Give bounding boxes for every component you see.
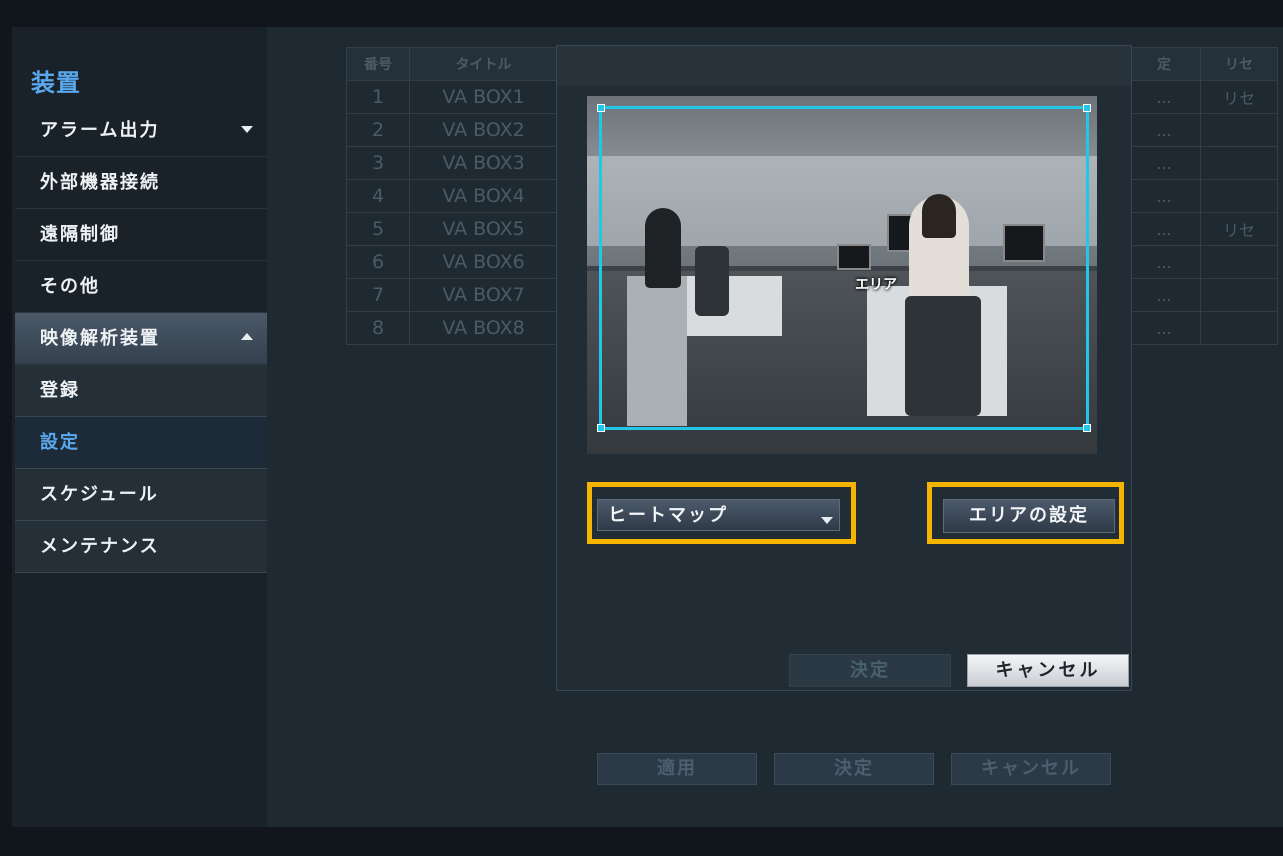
cell-reset[interactable]: リセ — [1200, 212, 1278, 246]
sidebar-item-external-device[interactable]: 外部機器接続 — [15, 157, 267, 209]
sidebar-menu: アラーム出力 外部機器接続 遠隔制御 その他 映像解析装置 登録 設定 スケジュ… — [15, 105, 267, 573]
table-row[interactable]: 4 VA BOX4 — [346, 179, 558, 213]
column-header-settings: 定 — [1127, 47, 1201, 81]
analysis-mode-select[interactable]: ヒートマップ — [597, 499, 840, 531]
table-row[interactable]: 2 VA BOX2 — [346, 113, 558, 147]
sidebar-title: 装置 — [31, 69, 81, 97]
chevron-down-icon — [821, 517, 833, 524]
cell-title: VA BOX4 — [409, 179, 558, 213]
sidebar-item-schedule[interactable]: スケジュール — [15, 469, 267, 521]
cell-title: VA BOX8 — [409, 311, 558, 345]
cell-title: VA BOX7 — [409, 278, 558, 312]
sidebar-item-remote-control[interactable]: 遠隔制御 — [15, 209, 267, 261]
cell-settings[interactable]: ... — [1127, 245, 1201, 279]
area-handle[interactable] — [597, 104, 605, 112]
table-row[interactable]: ... — [1127, 179, 1278, 213]
cell-number: 5 — [346, 212, 410, 246]
cell-settings[interactable]: ... — [1127, 311, 1201, 345]
dialog-header — [557, 46, 1131, 86]
column-header-number: 番号 — [346, 47, 410, 81]
table-row[interactable]: ... — [1127, 245, 1278, 279]
table-row[interactable]: ... — [1127, 278, 1278, 312]
cell-reset[interactable] — [1200, 245, 1278, 279]
table-row[interactable]: ... — [1127, 146, 1278, 180]
sidebar-item-video-analytics[interactable]: 映像解析装置 — [15, 313, 267, 365]
sidebar-item-label: メンテナンス — [40, 536, 160, 557]
sidebar-item-register[interactable]: 登録 — [15, 365, 267, 417]
sidebar-item-label: その他 — [40, 276, 100, 297]
table-row[interactable]: ... — [1127, 311, 1278, 345]
camera-preview: エリア — [587, 96, 1097, 454]
cell-settings[interactable]: ... — [1127, 179, 1201, 213]
sidebar-item-label: 外部機器接続 — [40, 172, 160, 193]
apply-button[interactable]: 適用 — [597, 753, 757, 785]
sidebar-item-label: 登録 — [40, 380, 80, 401]
device-table: 番号 タイトル 1 VA BOX1 2 VA BOX2 3 VA BOX3 4 VA BOX4… — [346, 47, 558, 345]
area-label: エリア — [855, 277, 897, 293]
cell-settings[interactable]: ... — [1127, 278, 1201, 312]
table-row[interactable]: 8 VA BOX8 — [346, 311, 558, 345]
cell-title: VA BOX2 — [409, 113, 558, 147]
cell-settings[interactable]: ... — [1127, 113, 1201, 147]
sidebar-item-settings[interactable]: 設定 — [15, 417, 267, 469]
cell-title: VA BOX6 — [409, 245, 558, 279]
cell-number: 3 — [346, 146, 410, 180]
table-row[interactable]: ... リセ — [1127, 212, 1278, 246]
cell-number: 8 — [346, 311, 410, 345]
cell-number: 1 — [346, 80, 410, 114]
analysis-mode-value: ヒートマップ — [608, 505, 728, 526]
chevron-up-icon — [241, 333, 253, 340]
sidebar-item-label: スケジュール — [40, 484, 159, 505]
sidebar-item-label: 遠隔制御 — [40, 224, 120, 245]
cell-settings[interactable]: ... — [1127, 80, 1201, 114]
table-row[interactable]: 7 VA BOX7 — [346, 278, 558, 312]
cell-number: 7 — [346, 278, 410, 312]
cell-title: VA BOX3 — [409, 146, 558, 180]
area-handle[interactable] — [1083, 104, 1091, 112]
area-handle[interactable] — [597, 424, 605, 432]
cell-number: 6 — [346, 245, 410, 279]
table-row[interactable]: 5 VA BOX5 — [346, 212, 558, 246]
table-row[interactable]: ... — [1127, 113, 1278, 147]
cell-number: 2 — [346, 113, 410, 147]
dialog-ok-button[interactable]: 決定 — [789, 654, 951, 687]
sidebar-item-label: 映像解析装置 — [40, 328, 160, 349]
column-header-title: タイトル — [409, 47, 558, 81]
cell-settings[interactable]: ... — [1127, 146, 1201, 180]
cell-title: VA BOX1 — [409, 80, 558, 114]
sidebar-item-alarm-output[interactable]: アラーム出力 — [15, 105, 267, 157]
cell-reset[interactable] — [1200, 146, 1278, 180]
table-row[interactable]: 3 VA BOX3 — [346, 146, 558, 180]
cell-reset[interactable] — [1200, 179, 1278, 213]
cell-reset[interactable] — [1200, 113, 1278, 147]
ok-button[interactable]: 決定 — [774, 753, 934, 785]
cell-reset[interactable]: リセ — [1200, 80, 1278, 114]
cell-reset[interactable] — [1200, 278, 1278, 312]
cell-settings[interactable]: ... — [1127, 212, 1201, 246]
cancel-button[interactable]: キャンセル — [951, 753, 1111, 785]
sidebar-item-label: 設定 — [40, 432, 80, 453]
dialog-cancel-button[interactable]: キャンセル — [967, 654, 1129, 687]
sidebar-item-label: アラーム出力 — [40, 120, 160, 141]
area-settings-button[interactable]: エリアの設定 — [943, 499, 1115, 533]
table-row[interactable]: ... リセ — [1127, 80, 1278, 114]
cell-number: 4 — [346, 179, 410, 213]
sidebar: 装置 アラーム出力 外部機器接続 遠隔制御 その他 映像解析装置 登録 設定 ス… — [12, 27, 267, 827]
sidebar-item-other[interactable]: その他 — [15, 261, 267, 313]
table-row[interactable]: 6 VA BOX6 — [346, 245, 558, 279]
sidebar-item-maintenance[interactable]: メンテナンス — [15, 521, 267, 573]
device-table-right: 定 リセ ... リセ............ リセ......... — [1127, 47, 1278, 345]
area-settings-dialog: エリア — [556, 45, 1132, 691]
cell-reset[interactable] — [1200, 311, 1278, 345]
table-row[interactable]: 1 VA BOX1 — [346, 80, 558, 114]
column-header-reset: リセ — [1200, 47, 1278, 81]
chevron-down-icon — [241, 126, 253, 133]
cell-title: VA BOX5 — [409, 212, 558, 246]
area-handle[interactable] — [1083, 424, 1091, 432]
detection-area-outline[interactable] — [597, 104, 1091, 432]
